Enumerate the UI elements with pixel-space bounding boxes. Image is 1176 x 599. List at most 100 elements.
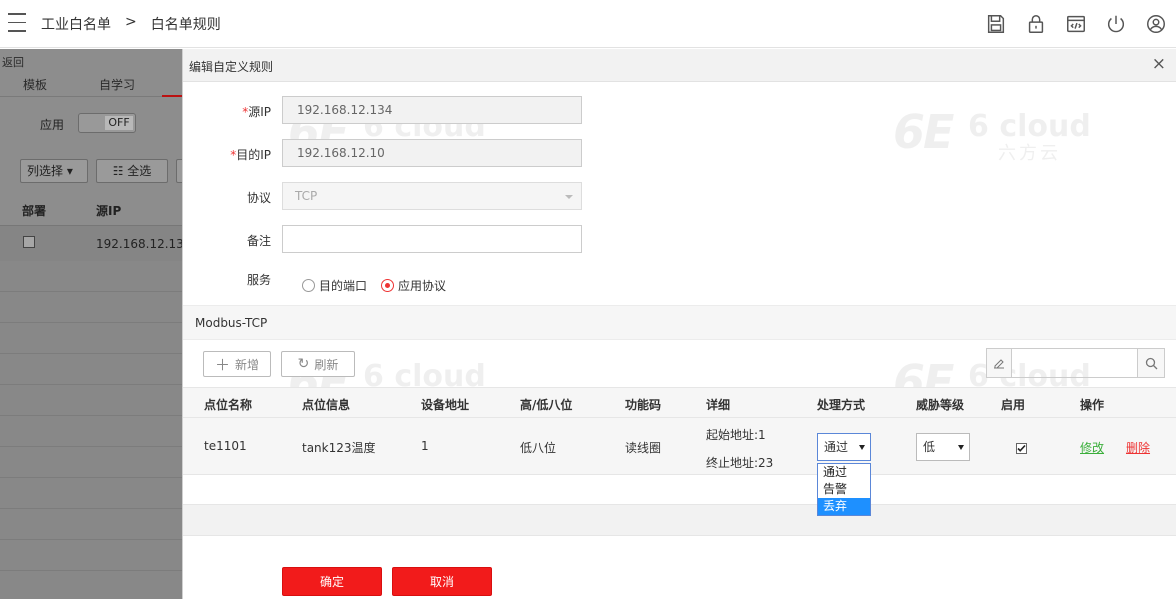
power-icon[interactable]: [1096, 10, 1136, 38]
refresh-icon: ↻: [297, 356, 310, 372]
user-icon[interactable]: [1136, 10, 1176, 38]
column-select-label: 列选择: [27, 164, 64, 178]
cell-point-info: tank123温度: [302, 441, 376, 455]
edit-icon[interactable]: [987, 349, 1012, 377]
option-alert[interactable]: 告警: [818, 481, 870, 498]
col-header-deploy: 部署: [22, 204, 47, 218]
lock-icon[interactable]: [1016, 10, 1056, 38]
col-header-point-name: 点位名称: [204, 398, 253, 412]
delete-link[interactable]: 删除: [1126, 439, 1150, 456]
radio-unchecked-icon: [302, 279, 315, 292]
code-window-icon[interactable]: [1056, 10, 1096, 38]
menu-icon[interactable]: [8, 13, 26, 33]
cell-detail-end: 终止地址:23: [706, 456, 774, 470]
search-input[interactable]: [1012, 349, 1137, 377]
remark-label: 备注: [246, 234, 271, 248]
caret-down-icon: [958, 445, 964, 450]
bg-empty-rows: [0, 261, 182, 599]
radio-dest-port-label: 目的端口: [319, 279, 368, 293]
source-ip-input[interactable]: 192.168.12.134: [282, 96, 582, 124]
col-header-enabled: 启用: [1001, 398, 1026, 412]
toggle-label: OFF: [105, 116, 133, 130]
apply-label: 应用: [40, 118, 65, 132]
save-icon[interactable]: [976, 10, 1016, 38]
radio-dest-port[interactable]: 目的端口: [302, 277, 367, 294]
breadcrumb-item-industrial-whitelist[interactable]: 工业白名单: [41, 14, 111, 34]
chevron-down-icon: [565, 195, 573, 199]
action-select-value: 通过: [824, 440, 849, 454]
dest-ip-label: *目的IP: [230, 148, 271, 162]
back-link[interactable]: 返回: [2, 54, 24, 70]
radio-checked-icon: [381, 279, 395, 292]
apply-toggle[interactable]: OFF: [78, 113, 136, 133]
service-row: 服务 目的端口 应用协议: [183, 271, 1176, 301]
service-label: 服务: [246, 273, 271, 287]
radio-app-protocol-label: 应用协议: [398, 279, 447, 293]
table-row: te1101 tank123温度 1 低八位 读线圈 起始地址:1 终止地址:2…: [183, 418, 1176, 475]
threat-level-select[interactable]: 低: [916, 433, 970, 461]
refresh-button[interactable]: ↻ 刷新: [281, 351, 355, 377]
table-row: 192.168.12.134: [0, 225, 182, 261]
col-header-operations: 操作: [1080, 398, 1105, 412]
table-empty-row: [183, 475, 1176, 505]
tab-template[interactable]: 模板: [23, 76, 47, 93]
refresh-label: 刷新: [314, 357, 339, 372]
protocol-row: 协议 TCP: [183, 182, 1176, 212]
points-table-header: 点位名称 点位信息 设备地址 高/低八位 功能码 详细 处理方式 威胁等级 启用…: [183, 387, 1176, 418]
enabled-checkbox[interactable]: [1016, 443, 1027, 454]
add-button[interactable]: ＋ 新增: [203, 351, 271, 377]
col-header-func-code: 功能码: [625, 398, 662, 412]
dest-ip-input[interactable]: 192.168.12.10: [282, 139, 582, 167]
edit-link[interactable]: 修改: [1080, 439, 1104, 456]
col-header-source-ip: 源IP: [96, 204, 122, 218]
row-checkbox[interactable]: [23, 236, 35, 248]
protocol-label: 协议: [246, 191, 271, 205]
edit-rule-modal: 编辑自定义规则 × 6E 6 cloud 六方云 6E 6 cloud 六方云 …: [182, 49, 1176, 599]
protocol-value: TCP: [295, 189, 318, 203]
col-header-device-address: 设备地址: [421, 398, 470, 412]
dest-ip-row: *目的IP 192.168.12.10: [183, 139, 1176, 169]
option-discard[interactable]: 丢弃: [818, 498, 870, 515]
column-select-button[interactable]: 列选择 ▾: [20, 159, 88, 183]
breadcrumb: 工业白名单 > 白名单规则: [41, 14, 221, 34]
background-page: 返回 模板 自学习 应用 OFF 列选择 ▾ ☷ 全选 部署 源IP 192.1…: [0, 49, 182, 599]
cell-func-code: 读线圈: [625, 441, 662, 455]
top-bar: 工业白名单 > 白名单规则: [0, 0, 1176, 48]
add-label: 新增: [235, 357, 260, 372]
select-all-label: 全选: [127, 164, 152, 178]
search-box: [986, 348, 1165, 378]
remark-input[interactable]: [282, 225, 582, 253]
row-source-ip: 192.168.12.134: [96, 237, 182, 251]
search-icon[interactable]: [1137, 349, 1164, 377]
select-all-button[interactable]: ☷ 全选: [96, 159, 168, 183]
radio-app-protocol[interactable]: 应用协议: [381, 277, 446, 294]
action-select[interactable]: 通过: [817, 433, 871, 461]
source-ip-row: *源IP 192.168.12.134: [183, 96, 1176, 126]
col-header-detail: 详细: [706, 398, 731, 412]
cell-byte-order: 低八位: [520, 441, 557, 455]
list-icon: ☷: [112, 164, 124, 178]
col-header-byte-order: 高/低八位: [520, 398, 573, 412]
breadcrumb-item-whitelist-rules: 白名单规则: [150, 17, 221, 33]
source-ip-label: *源IP: [242, 105, 271, 119]
table-empty-row: [183, 505, 1176, 536]
option-pass[interactable]: 通过: [818, 464, 870, 481]
top-icon-group: [976, 10, 1176, 38]
remark-row: 备注: [183, 225, 1176, 255]
service-radio-group: 目的端口 应用协议: [302, 277, 446, 294]
tab-self-learning[interactable]: 自学习: [99, 76, 135, 93]
modal-title: 编辑自定义规则: [189, 60, 274, 74]
col-header-action: 处理方式: [817, 398, 866, 412]
cell-device-address: 1: [421, 439, 429, 453]
col-header-threat-level: 威胁等级: [916, 398, 965, 412]
protocol-section-header: Modbus-TCP: [183, 305, 1176, 340]
modal-header: 编辑自定义规则 ×: [183, 49, 1176, 82]
cancel-button[interactable]: 取消: [392, 567, 492, 596]
section-title: Modbus-TCP: [195, 316, 268, 330]
protocol-select[interactable]: TCP: [282, 182, 582, 210]
confirm-button[interactable]: 确定: [282, 567, 382, 596]
bg-tab-bar: 模板 自学习: [0, 71, 182, 97]
close-icon[interactable]: ×: [1152, 54, 1166, 74]
active-tab-indicator: [162, 95, 182, 97]
cell-detail-start: 起始地址:1: [706, 428, 766, 442]
